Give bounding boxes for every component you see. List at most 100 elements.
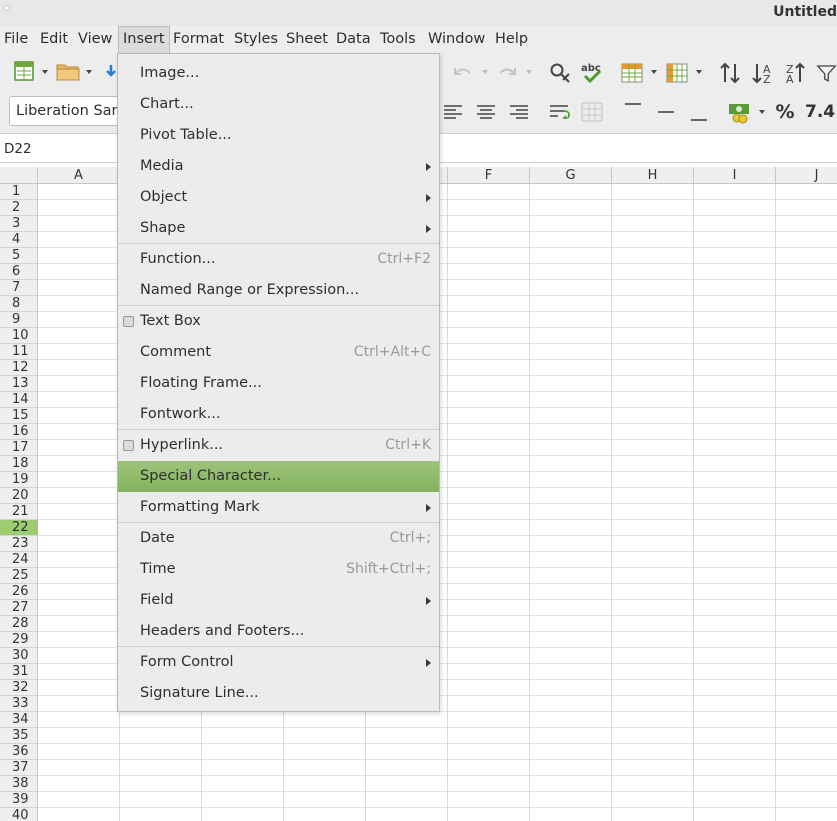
name-box[interactable]: D22 — [4, 141, 32, 157]
menu-help[interactable]: Help — [491, 26, 532, 53]
row-header[interactable]: 30 — [0, 648, 38, 664]
row-header[interactable]: 35 — [0, 728, 38, 744]
align-top-icon[interactable] — [622, 98, 644, 120]
menu-item-special-character[interactable]: Special Character... — [118, 461, 439, 492]
row-header[interactable]: 21 — [0, 504, 38, 520]
align-left-icon[interactable] — [442, 101, 464, 123]
wrap-text-icon[interactable] — [548, 101, 572, 123]
row-header[interactable]: 6 — [0, 264, 38, 280]
row-header[interactable]: 22 — [0, 520, 38, 536]
row-header[interactable]: 23 — [0, 536, 38, 552]
menu-insert[interactable]: Insert — [118, 26, 170, 53]
row-header[interactable]: 28 — [0, 616, 38, 632]
menu-item-chart[interactable]: Chart... — [118, 89, 439, 120]
row-header[interactable]: 8 — [0, 296, 38, 312]
open-dropdown-icon[interactable] — [86, 70, 92, 74]
column-header[interactable]: H — [612, 167, 694, 184]
row-header[interactable]: 13 — [0, 376, 38, 392]
row-header[interactable]: 33 — [0, 696, 38, 712]
row-header[interactable]: 37 — [0, 760, 38, 776]
row-header[interactable]: 16 — [0, 424, 38, 440]
select-all-corner[interactable] — [0, 167, 38, 184]
column-header[interactable]: I — [694, 167, 776, 184]
sort-icon[interactable] — [718, 60, 742, 86]
menu-item-pivot-table[interactable]: Pivot Table... — [118, 120, 439, 151]
column-header[interactable]: F — [448, 167, 530, 184]
row-header[interactable]: 31 — [0, 664, 38, 680]
sort-descending-icon[interactable]: ZA — [783, 60, 809, 86]
column-header[interactable]: J — [776, 167, 837, 184]
row-header[interactable]: 1 — [0, 184, 38, 200]
menu-tools[interactable]: Tools — [376, 26, 420, 53]
menu-item-floating-frame[interactable]: Floating Frame... — [118, 368, 439, 399]
row-header[interactable]: 36 — [0, 744, 38, 760]
column-header[interactable]: G — [530, 167, 612, 184]
font-name-box[interactable]: Liberation Sans — [9, 96, 129, 126]
row-header[interactable]: 29 — [0, 632, 38, 648]
row-header[interactable]: 4 — [0, 232, 38, 248]
row-header[interactable]: 11 — [0, 344, 38, 360]
open-folder-icon[interactable] — [55, 60, 81, 84]
sort-ascending-icon[interactable]: AZ — [750, 60, 776, 86]
menu-item-media[interactable]: Media — [118, 151, 439, 182]
menu-format[interactable]: Format — [169, 26, 228, 53]
align-bottom-icon[interactable] — [688, 104, 710, 126]
row-header[interactable]: 40 — [0, 808, 38, 821]
row-header[interactable]: 5 — [0, 248, 38, 264]
column-header[interactable]: A — [38, 167, 120, 184]
menu-edit[interactable]: Edit — [36, 26, 72, 53]
menu-item-form-control[interactable]: Form Control — [118, 647, 439, 678]
redo-icon[interactable] — [496, 63, 518, 83]
row-header[interactable]: 38 — [0, 776, 38, 792]
row-header[interactable]: 14 — [0, 392, 38, 408]
autofilter-icon[interactable] — [816, 61, 837, 85]
menu-item-comment[interactable]: Comment Ctrl+Alt+C — [118, 337, 439, 368]
new-spreadsheet-icon[interactable] — [12, 59, 36, 83]
row-dropdown-icon[interactable] — [651, 70, 657, 74]
row-header[interactable]: 18 — [0, 456, 38, 472]
merge-cells-icon[interactable] — [580, 101, 604, 123]
row-header[interactable]: 20 — [0, 488, 38, 504]
menu-item-shape[interactable]: Shape — [118, 213, 439, 244]
row-header[interactable]: 2 — [0, 200, 38, 216]
column-dropdown-icon[interactable] — [696, 70, 702, 74]
menu-styles[interactable]: Styles — [230, 26, 282, 53]
redo-dropdown-icon[interactable] — [526, 70, 532, 74]
row-header[interactable]: 34 — [0, 712, 38, 728]
percent-format-icon[interactable]: % — [774, 100, 796, 124]
row-header[interactable]: 3 — [0, 216, 38, 232]
menu-item-formatting-mark[interactable]: Formatting Mark — [118, 492, 439, 523]
menu-item-signature-line[interactable]: Signature Line... — [118, 678, 439, 709]
menu-item-function[interactable]: Function... Ctrl+F2 — [118, 244, 439, 275]
spelling-icon[interactable]: abc — [580, 60, 606, 86]
currency-format-icon[interactable] — [726, 99, 754, 125]
currency-dropdown-icon[interactable] — [759, 110, 765, 114]
center-vertically-icon[interactable] — [655, 101, 677, 123]
align-right-icon[interactable] — [508, 101, 530, 123]
undo-dropdown-icon[interactable] — [482, 70, 488, 74]
row-header[interactable]: 12 — [0, 360, 38, 376]
align-center-icon[interactable] — [475, 101, 497, 123]
menu-file[interactable]: File — [0, 26, 32, 53]
new-dropdown-icon[interactable] — [42, 70, 48, 74]
menu-item-text-box[interactable]: Text Box — [118, 306, 439, 337]
row-header[interactable]: 10 — [0, 328, 38, 344]
column-icon[interactable] — [665, 61, 689, 85]
menu-view[interactable]: View — [74, 26, 116, 53]
row-header[interactable]: 15 — [0, 408, 38, 424]
number-format-icon[interactable]: 7.4 — [805, 100, 835, 124]
save-icon[interactable] — [104, 63, 118, 81]
menu-item-image[interactable]: Image... — [118, 58, 439, 89]
menu-sheet[interactable]: Sheet — [282, 26, 332, 53]
menu-item-named-range-or-expression[interactable]: Named Range or Expression... — [118, 275, 439, 306]
menu-item-field[interactable]: Field — [118, 585, 439, 616]
row-header[interactable]: 7 — [0, 280, 38, 296]
menu-item-hyperlink[interactable]: Hyperlink... Ctrl+K — [118, 430, 439, 461]
row-header[interactable]: 26 — [0, 584, 38, 600]
row-header[interactable]: 32 — [0, 680, 38, 696]
menu-item-date[interactable]: Date Ctrl+; — [118, 523, 439, 554]
window-control-icon[interactable] — [4, 5, 10, 11]
row-header[interactable]: 24 — [0, 552, 38, 568]
row-header[interactable]: 25 — [0, 568, 38, 584]
undo-icon[interactable] — [452, 63, 474, 83]
